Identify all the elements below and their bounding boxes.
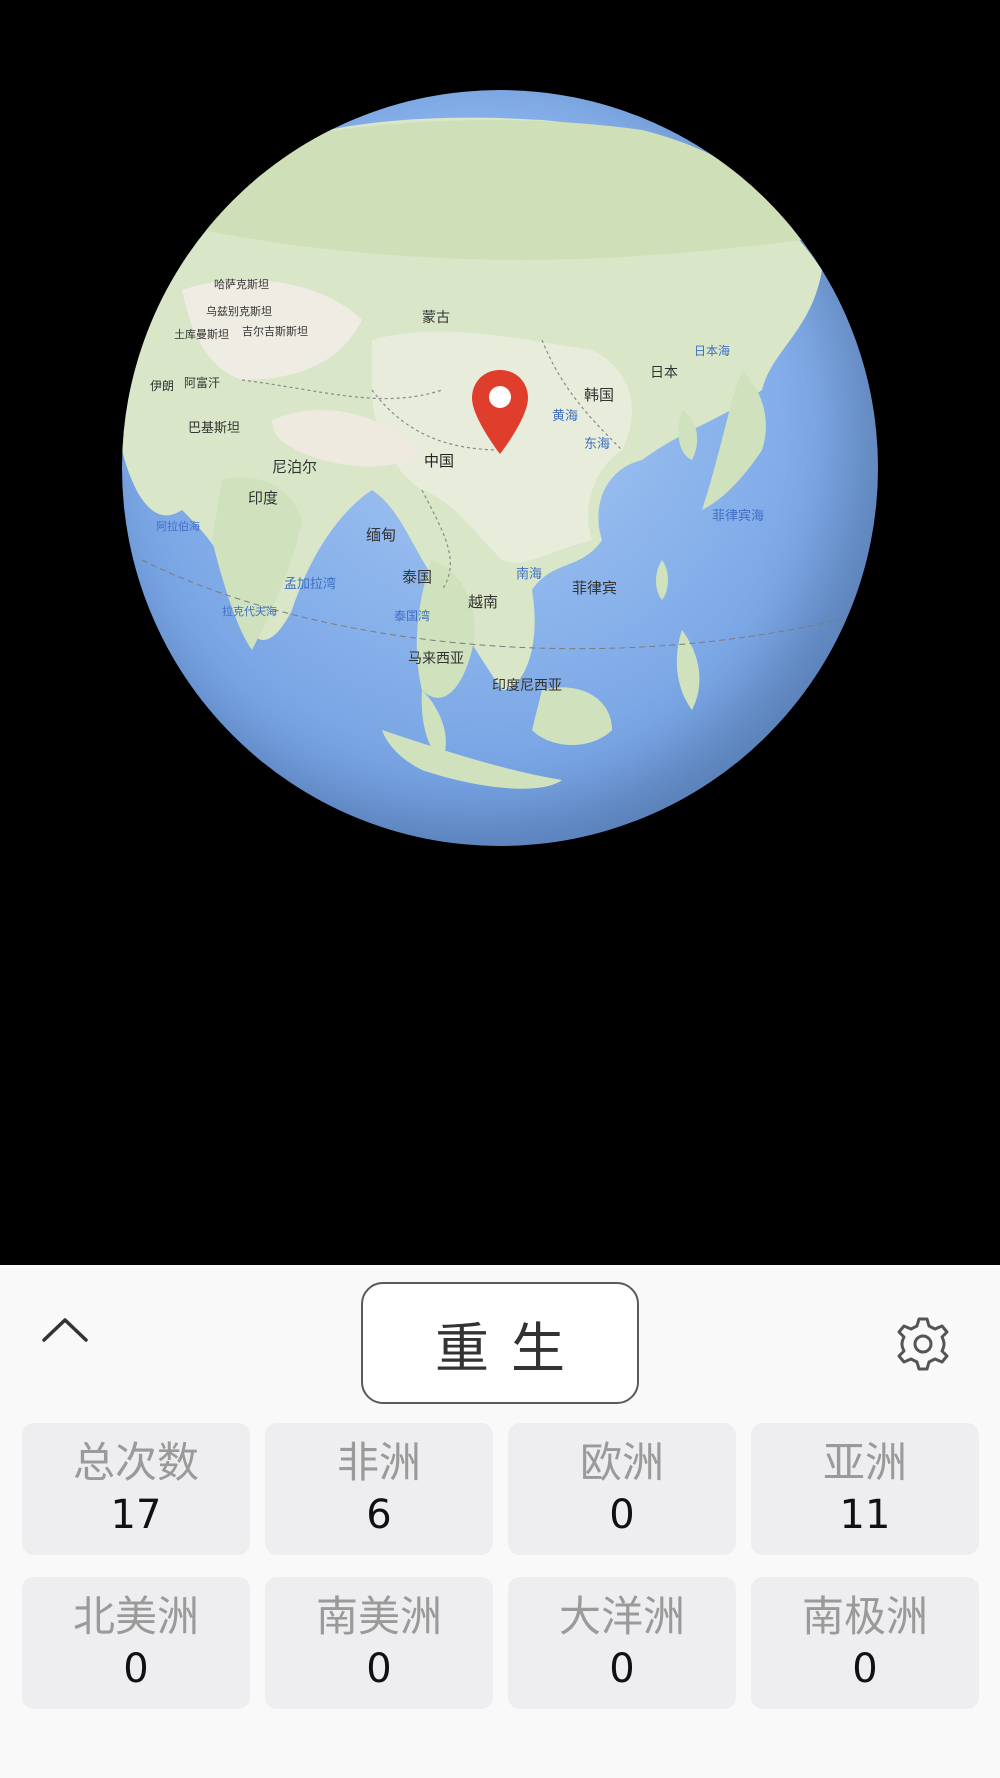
stat-card-europe: 欧洲 0 bbox=[508, 1423, 736, 1555]
stat-label: 大洋洲 bbox=[558, 1592, 685, 1641]
taiwan-island bbox=[656, 560, 668, 600]
label-myanmar: 缅甸 bbox=[366, 526, 396, 544]
label-yellow-sea: 黄海 bbox=[552, 409, 578, 424]
stat-value: 0 bbox=[609, 1492, 635, 1538]
label-india: 印度 bbox=[248, 489, 278, 507]
label-bay-of-bengal: 孟加拉湾 bbox=[284, 576, 336, 592]
label-afghanistan: 阿富汗 bbox=[184, 375, 220, 390]
label-japan: 日本 bbox=[650, 365, 678, 381]
label-malaysia: 马来西亚 bbox=[408, 651, 464, 667]
label-turkmenistan: 土库曼斯坦 bbox=[174, 327, 229, 341]
label-indonesia: 印度尼西亚 bbox=[492, 678, 562, 694]
philippines-islands bbox=[676, 630, 700, 710]
label-east-china-sea: 东海 bbox=[584, 437, 610, 452]
label-sea-of-japan: 日本海 bbox=[694, 343, 730, 358]
reborn-button[interactable]: 重生 bbox=[361, 1282, 639, 1404]
stat-label: 亚洲 bbox=[822, 1438, 907, 1487]
label-thailand: 泰国 bbox=[402, 568, 432, 586]
stat-label: 总次数 bbox=[72, 1438, 199, 1487]
label-arabian-sea: 阿拉伯海 bbox=[156, 519, 200, 533]
label-gulf-of-thailand: 泰国湾 bbox=[394, 608, 430, 623]
stat-label: 非洲 bbox=[336, 1438, 421, 1487]
gear-icon[interactable] bbox=[894, 1315, 952, 1373]
label-korea: 韩国 bbox=[584, 386, 614, 404]
location-pin-icon[interactable] bbox=[470, 368, 530, 456]
russia-north bbox=[202, 120, 802, 260]
stats-grid: 总次数 17 非洲 6 欧洲 0 亚洲 11 北美洲 0 南美洲 0 大洋洲 0… bbox=[22, 1423, 979, 1709]
label-philippine-sea: 菲律宾海 bbox=[712, 508, 764, 524]
stat-card-total: 总次数 17 bbox=[22, 1423, 250, 1555]
stat-value: 0 bbox=[123, 1646, 149, 1692]
stat-value: 0 bbox=[366, 1646, 392, 1692]
stat-value: 17 bbox=[110, 1492, 162, 1538]
stat-value: 6 bbox=[366, 1492, 392, 1538]
stat-card-north-america: 北美洲 0 bbox=[22, 1577, 250, 1709]
chevron-up-icon[interactable] bbox=[40, 1310, 90, 1350]
stat-label: 北美洲 bbox=[72, 1592, 199, 1641]
globe-view[interactable]: 蒙古 中国 尼泊尔 印度 缅甸 泰国 越南 马来西亚 印度尼西亚 菲律宾 韩国 … bbox=[0, 0, 1000, 1265]
stat-card-antarctica: 南极洲 0 bbox=[751, 1577, 979, 1709]
label-kyrgyzstan: 吉尔吉斯斯坦 bbox=[242, 324, 308, 338]
stat-value: 0 bbox=[609, 1646, 635, 1692]
stat-card-asia: 亚洲 11 bbox=[751, 1423, 979, 1555]
label-nepal: 尼泊尔 bbox=[272, 458, 317, 476]
label-mongolia: 蒙古 bbox=[422, 310, 450, 326]
stat-card-africa: 非洲 6 bbox=[265, 1423, 493, 1555]
label-laccadive-sea: 拉克代夫海 bbox=[222, 604, 277, 618]
globe-map: 蒙古 中国 尼泊尔 印度 缅甸 泰国 越南 马来西亚 印度尼西亚 菲律宾 韩国 … bbox=[122, 117, 878, 789]
globe[interactable]: 蒙古 中国 尼泊尔 印度 缅甸 泰国 越南 马来西亚 印度尼西亚 菲律宾 韩国 … bbox=[122, 90, 878, 846]
sumatra-java bbox=[382, 730, 562, 789]
label-uzbekistan: 乌兹别克斯坦 bbox=[206, 304, 272, 318]
label-iran: 伊朗 bbox=[150, 379, 174, 393]
label-south-china-sea: 南海 bbox=[516, 566, 542, 582]
label-vietnam: 越南 bbox=[468, 593, 498, 611]
stat-label: 欧洲 bbox=[579, 1438, 664, 1487]
stat-value: 11 bbox=[839, 1492, 891, 1538]
stat-card-oceania: 大洋洲 0 bbox=[508, 1577, 736, 1709]
stat-label: 南美洲 bbox=[315, 1592, 442, 1641]
stat-label: 南极洲 bbox=[801, 1592, 928, 1641]
stat-value: 0 bbox=[852, 1646, 878, 1692]
label-kazakhstan: 哈萨克斯坦 bbox=[214, 277, 269, 291]
label-china: 中国 bbox=[424, 452, 454, 470]
stat-card-south-america: 南美洲 0 bbox=[265, 1577, 493, 1709]
borneo bbox=[532, 687, 612, 745]
label-pakistan: 巴基斯坦 bbox=[188, 421, 240, 436]
label-philippines: 菲律宾 bbox=[572, 579, 617, 597]
